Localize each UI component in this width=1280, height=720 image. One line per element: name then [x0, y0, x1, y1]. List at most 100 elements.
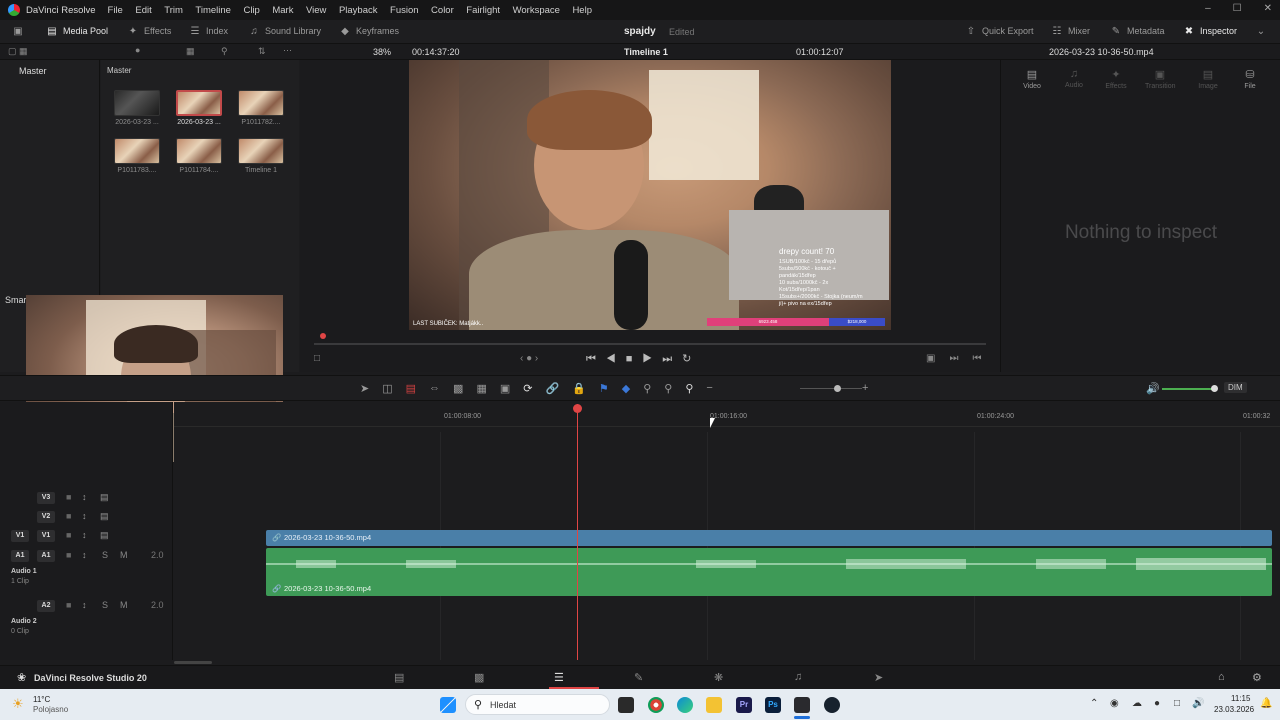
deliver-page-icon[interactable]: ➤ — [874, 671, 883, 684]
first-frame-icon[interactable]: ⏮ — [586, 353, 606, 365]
solo-button[interactable]: S — [102, 600, 108, 610]
zoom-fit-icon[interactable]: ⚲ — [643, 382, 651, 395]
track-enable-icon[interactable]: ▤ — [100, 511, 109, 522]
steam-icon[interactable] — [824, 697, 840, 713]
inspector-button[interactable]: ✖ Inspector — [1183, 25, 1237, 37]
tab-image[interactable]: ▤ Image — [1193, 68, 1223, 90]
sort-icon[interactable]: ⇅ — [258, 46, 266, 57]
zoom-minus-icon[interactable]: − — [706, 382, 712, 395]
volume-icon[interactable]: 🔊 — [1146, 382, 1160, 395]
clock-time[interactable]: 11:15 — [1231, 694, 1250, 703]
menu-edit[interactable]: Edit — [135, 5, 151, 16]
menu-file[interactable]: File — [108, 5, 123, 16]
premiere-icon[interactable]: Pr — [736, 697, 752, 713]
crop-icon[interactable]: □ — [314, 353, 320, 364]
video-clip[interactable]: 🔗 2026-03-23 10-36-50.mp4 — [266, 530, 1272, 546]
track-enable-icon[interactable]: ▤ — [100, 492, 109, 503]
clock-date[interactable]: 23.03.2026 — [1214, 705, 1254, 714]
auto-select-icon[interactable]: ↕ — [82, 600, 87, 610]
mute-button[interactable]: M — [120, 550, 128, 560]
weather-icon[interactable]: ☀ — [12, 696, 24, 712]
quick-export-button[interactable]: ⇧ Quick Export — [965, 25, 1034, 37]
volume-slider[interactable] — [1162, 388, 1214, 390]
jog-icon[interactable]: ‹ ● › — [520, 353, 538, 364]
snapping-icon[interactable]: ⟳ — [523, 382, 532, 395]
select-tool-icon[interactable]: ➤ — [360, 382, 369, 395]
media-clip[interactable]: P1011783.... — [114, 138, 160, 174]
menu-mark[interactable]: Mark — [272, 5, 293, 16]
menu-timeline[interactable]: Timeline — [195, 5, 231, 16]
bin-master[interactable]: Master — [19, 66, 47, 76]
reverse-icon[interactable]: ◀ — [606, 353, 626, 365]
menu-fusion[interactable]: Fusion — [390, 5, 419, 16]
timeline-ruler[interactable]: 01:00:08:00 01:00:16:00 01:00:24:00 01:0… — [174, 405, 1280, 427]
tab-file[interactable]: ⛁ File — [1235, 68, 1265, 90]
cut-page-icon[interactable]: ▩ — [474, 671, 484, 684]
timeline-playhead[interactable] — [577, 404, 578, 660]
chrome-icon[interactable] — [648, 697, 664, 713]
settings-gear-icon[interactable]: ⚙ — [1252, 671, 1262, 684]
davinci-taskbar-icon[interactable] — [794, 697, 810, 713]
volume-slider-handle[interactable] — [1211, 385, 1218, 392]
menu-workspace[interactable]: Workspace — [513, 5, 560, 16]
sound-library-button[interactable]: ♫ Sound Library — [248, 25, 321, 37]
tray-cloud-icon[interactable]: ☁ — [1132, 698, 1142, 709]
search-icon[interactable]: ⚲ — [221, 46, 228, 57]
zoom-slider-handle[interactable] — [834, 385, 841, 392]
weather-temp[interactable]: 11°C — [33, 695, 50, 704]
lock-icon[interactable]: ■ — [66, 530, 71, 540]
collapse-icon[interactable]: ⌄ — [1255, 25, 1267, 37]
auto-select-icon[interactable]: ↕ — [82, 511, 87, 521]
menu-fairlight[interactable]: Fairlight — [466, 5, 500, 16]
lock-icon[interactable]: ■ — [66, 511, 71, 521]
keyframes-button[interactable]: ◆ Keyframes — [339, 25, 399, 37]
auto-select-icon[interactable]: ↕ — [82, 550, 87, 560]
marker-icon[interactable]: ◆ — [622, 382, 630, 395]
dynamic-trim-icon[interactable]: ⇔ — [429, 382, 440, 395]
tray-app-icon[interactable]: ◉ — [1110, 698, 1119, 709]
blade-tool-icon[interactable]: ▤ — [406, 382, 416, 395]
track-enable-icon[interactable]: ▤ — [100, 530, 109, 541]
trim-tool-icon[interactable]: ◫ — [382, 382, 392, 395]
insert-icon[interactable]: ▩ — [453, 382, 463, 395]
edge-icon[interactable] — [677, 697, 693, 713]
media-clip[interactable]: 2026-03-23 ... — [176, 90, 222, 126]
minimize-button[interactable]: – — [1205, 3, 1211, 14]
next-edit-icon[interactable]: ⏭ — [949, 353, 972, 364]
stop-icon[interactable]: ■ — [626, 353, 643, 365]
zoom-slider[interactable] — [800, 388, 862, 389]
flag-icon[interactable]: ⚑ — [599, 382, 609, 395]
maximize-button[interactable]: ☐ — [1233, 3, 1242, 14]
media-clip[interactable]: P1011782.... — [238, 90, 284, 126]
zoom-plus-icon[interactable]: + — [862, 382, 868, 394]
viewer-scrubber[interactable] — [314, 343, 986, 345]
match-frame-icon[interactable]: ▣ — [926, 353, 949, 364]
slider-dot-icon[interactable]: ● — [135, 45, 140, 55]
replace-icon[interactable]: ▣ — [500, 382, 510, 395]
menu-clip[interactable]: Clip — [243, 5, 259, 16]
lock-icon[interactable]: 🔒 — [572, 382, 586, 395]
scrubber-playhead[interactable] — [320, 333, 326, 339]
solo-button[interactable]: S — [102, 550, 108, 560]
mixer-button[interactable]: ☷ Mixer — [1051, 25, 1090, 37]
media-page-icon[interactable]: ▤ — [394, 671, 404, 684]
track-name[interactable]: Audio 1 — [11, 568, 37, 575]
audio-clip[interactable]: 🔗 2026-03-23 10-36-50.mp4 — [266, 548, 1272, 596]
menu-color[interactable]: Color — [431, 5, 454, 16]
overwrite-icon[interactable]: ▦ — [476, 382, 486, 395]
auto-select-icon[interactable]: ↕ — [82, 492, 87, 502]
tab-video[interactable]: ▤ Video — [1017, 68, 1047, 90]
notifications-icon[interactable]: 🔔 — [1260, 698, 1272, 709]
tab-transition[interactable]: ▣ Transition — [1145, 68, 1175, 90]
grid-view-icon[interactable]: ▦ — [186, 46, 195, 57]
zoom-level[interactable]: 38% — [373, 47, 391, 57]
speaker-icon[interactable]: 🔊 — [1192, 698, 1204, 709]
tab-audio[interactable]: ♫ Audio — [1059, 68, 1089, 89]
smart-bins-label[interactable]: Smar — [5, 295, 27, 305]
media-clip[interactable]: P1011784.... — [176, 138, 222, 174]
home-icon[interactable]: ⌂ — [1218, 671, 1225, 683]
media-clip[interactable]: 2026-03-23 ... — [114, 90, 160, 126]
weather-text[interactable]: Polojasno — [33, 705, 68, 714]
play-icon[interactable]: ▶ — [642, 353, 662, 365]
auto-select-icon[interactable]: ↕ — [82, 530, 87, 540]
